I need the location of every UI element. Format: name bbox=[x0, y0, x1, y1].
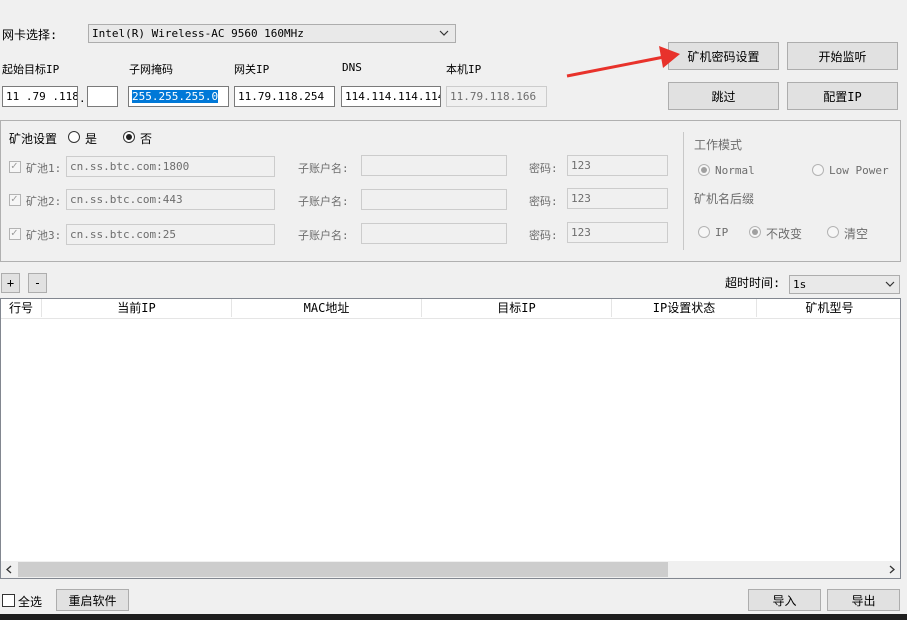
radio-selected-dot bbox=[701, 167, 707, 173]
scrollbar-thumb[interactable] bbox=[18, 562, 668, 577]
check-icon: ✓ bbox=[11, 192, 18, 205]
normal-label: Normal bbox=[715, 164, 755, 177]
pool-3-url-input[interactable]: cn.ss.btc.com:25 bbox=[66, 224, 275, 245]
timeout-label: 超时时间: bbox=[725, 276, 781, 290]
pool-2-label: 矿池2: bbox=[26, 195, 62, 208]
bottom-edge-bar bbox=[0, 614, 907, 620]
check-icon: ✓ bbox=[11, 226, 18, 239]
radio-selected-dot bbox=[752, 229, 758, 235]
column-header-target-ip[interactable]: 目标IP bbox=[422, 299, 612, 317]
table-header: 行号 当前IP MAC地址 目标IP IP设置状态 矿机型号 bbox=[1, 299, 900, 319]
suffix-clear-radio[interactable] bbox=[827, 226, 839, 238]
pool-1-url-input[interactable]: cn.ss.btc.com:1800 bbox=[66, 156, 275, 177]
local-ip-input: 11.79.118.166 bbox=[446, 86, 547, 107]
horizontal-scrollbar[interactable] bbox=[1, 561, 900, 578]
low-power-radio[interactable] bbox=[812, 164, 824, 176]
skip-button[interactable]: 跳过 bbox=[668, 82, 779, 110]
pool-no-label: 否 bbox=[140, 132, 153, 146]
add-row-button[interactable]: + bbox=[1, 273, 20, 293]
suffix-unchanged-radio[interactable] bbox=[749, 226, 761, 238]
pool-3-label: 矿池3: bbox=[26, 229, 62, 242]
chevron-down-icon bbox=[439, 30, 449, 36]
gateway-label: 网关IP bbox=[234, 63, 270, 76]
subnet-input[interactable]: 255.255.255.0 bbox=[128, 86, 229, 107]
select-all-label: 全选 bbox=[18, 595, 43, 609]
low-power-label: Low Power bbox=[829, 164, 889, 177]
adapter-label: 网卡选择: bbox=[2, 28, 58, 42]
start-ip-input[interactable]: 11 .79 .118 bbox=[2, 86, 78, 107]
pool-1-password-label: 密码: bbox=[529, 162, 558, 175]
column-header-miner-model[interactable]: 矿机型号 bbox=[757, 299, 900, 317]
pool-2-subaccount-label: 子账户名: bbox=[298, 195, 349, 208]
normal-radio[interactable] bbox=[698, 164, 710, 176]
pool-1-subaccount-input[interactable] bbox=[361, 155, 507, 176]
pool-yes-radio[interactable] bbox=[68, 131, 80, 143]
restart-software-button[interactable]: 重启软件 bbox=[56, 589, 129, 611]
config-ip-button[interactable]: 配置IP bbox=[787, 82, 898, 110]
subnet-value: 255.255.255.0 bbox=[132, 90, 219, 103]
local-ip-label: 本机IP bbox=[446, 63, 482, 76]
start-ip-last-octet-input[interactable] bbox=[87, 86, 118, 107]
export-button[interactable]: 导出 bbox=[827, 589, 900, 611]
pool-2-password-input[interactable]: 123 bbox=[567, 188, 668, 209]
column-header-row-number[interactable]: 行号 bbox=[1, 299, 42, 317]
pool-1-subaccount-label: 子账户名: bbox=[298, 162, 349, 175]
pool-no-radio[interactable] bbox=[123, 131, 135, 143]
work-mode-divider bbox=[683, 132, 684, 250]
pool-yes-label: 是 bbox=[85, 132, 98, 146]
pool-settings-label: 矿池设置 bbox=[9, 132, 58, 146]
select-all-checkbox[interactable] bbox=[2, 594, 15, 607]
timeout-select[interactable]: 1s bbox=[789, 275, 900, 294]
column-header-ip-status[interactable]: IP设置状态 bbox=[612, 299, 757, 317]
suffix-ip-label: IP bbox=[715, 226, 729, 239]
pool-1-label: 矿池1: bbox=[26, 162, 62, 175]
start-monitor-button[interactable]: 开始监听 bbox=[787, 42, 898, 70]
import-button[interactable]: 导入 bbox=[748, 589, 821, 611]
suffix-ip-radio[interactable] bbox=[698, 226, 710, 238]
dns-input[interactable]: 114.114.114.114 bbox=[341, 86, 441, 107]
subnet-label: 子网掩码 bbox=[129, 63, 173, 76]
arrow-annotation-icon bbox=[566, 46, 680, 78]
pool-2-checkbox[interactable]: ✓ bbox=[9, 192, 21, 206]
gateway-input[interactable]: 11.79.118.254 bbox=[234, 86, 335, 107]
suffix-unchanged-label: 不改变 bbox=[766, 227, 803, 241]
work-mode-title: 工作模式 bbox=[694, 138, 743, 152]
pool-2-password-label: 密码: bbox=[529, 195, 558, 208]
name-suffix-title: 矿机名后缀 bbox=[694, 192, 755, 206]
remove-row-button[interactable]: - bbox=[28, 273, 47, 293]
chevron-down-icon bbox=[885, 281, 895, 287]
device-table: 行号 当前IP MAC地址 目标IP IP设置状态 矿机型号 bbox=[0, 298, 901, 579]
dns-label: DNS bbox=[342, 61, 362, 74]
start-ip-label: 起始目标IP bbox=[2, 63, 60, 76]
timeout-value: 1s bbox=[793, 278, 807, 291]
ip-dot-separator: . bbox=[79, 92, 86, 105]
pool-3-password-input[interactable]: 123 bbox=[567, 222, 668, 243]
pool-3-subaccount-label: 子账户名: bbox=[298, 229, 349, 242]
pool-3-password-label: 密码: bbox=[529, 229, 558, 242]
radio-selected-dot bbox=[126, 134, 132, 140]
column-header-mac[interactable]: MAC地址 bbox=[232, 299, 422, 317]
pool-2-url-input[interactable]: cn.ss.btc.com:443 bbox=[66, 189, 275, 210]
adapter-select[interactable]: Intel(R) Wireless-AC 9560 160MHz bbox=[88, 24, 456, 43]
scroll-left-icon[interactable] bbox=[5, 565, 13, 574]
pool-2-subaccount-input[interactable] bbox=[361, 189, 507, 210]
adapter-select-value: Intel(R) Wireless-AC 9560 160MHz bbox=[92, 27, 304, 40]
column-header-current-ip[interactable]: 当前IP bbox=[42, 299, 232, 317]
check-icon: ✓ bbox=[11, 159, 18, 172]
pool-1-password-input[interactable]: 123 bbox=[567, 155, 668, 176]
suffix-clear-label: 清空 bbox=[844, 227, 869, 241]
pool-3-checkbox[interactable]: ✓ bbox=[9, 226, 21, 240]
pool-1-checkbox[interactable]: ✓ bbox=[9, 159, 21, 173]
scroll-right-icon[interactable] bbox=[888, 565, 896, 574]
pool-3-subaccount-input[interactable] bbox=[361, 223, 507, 244]
